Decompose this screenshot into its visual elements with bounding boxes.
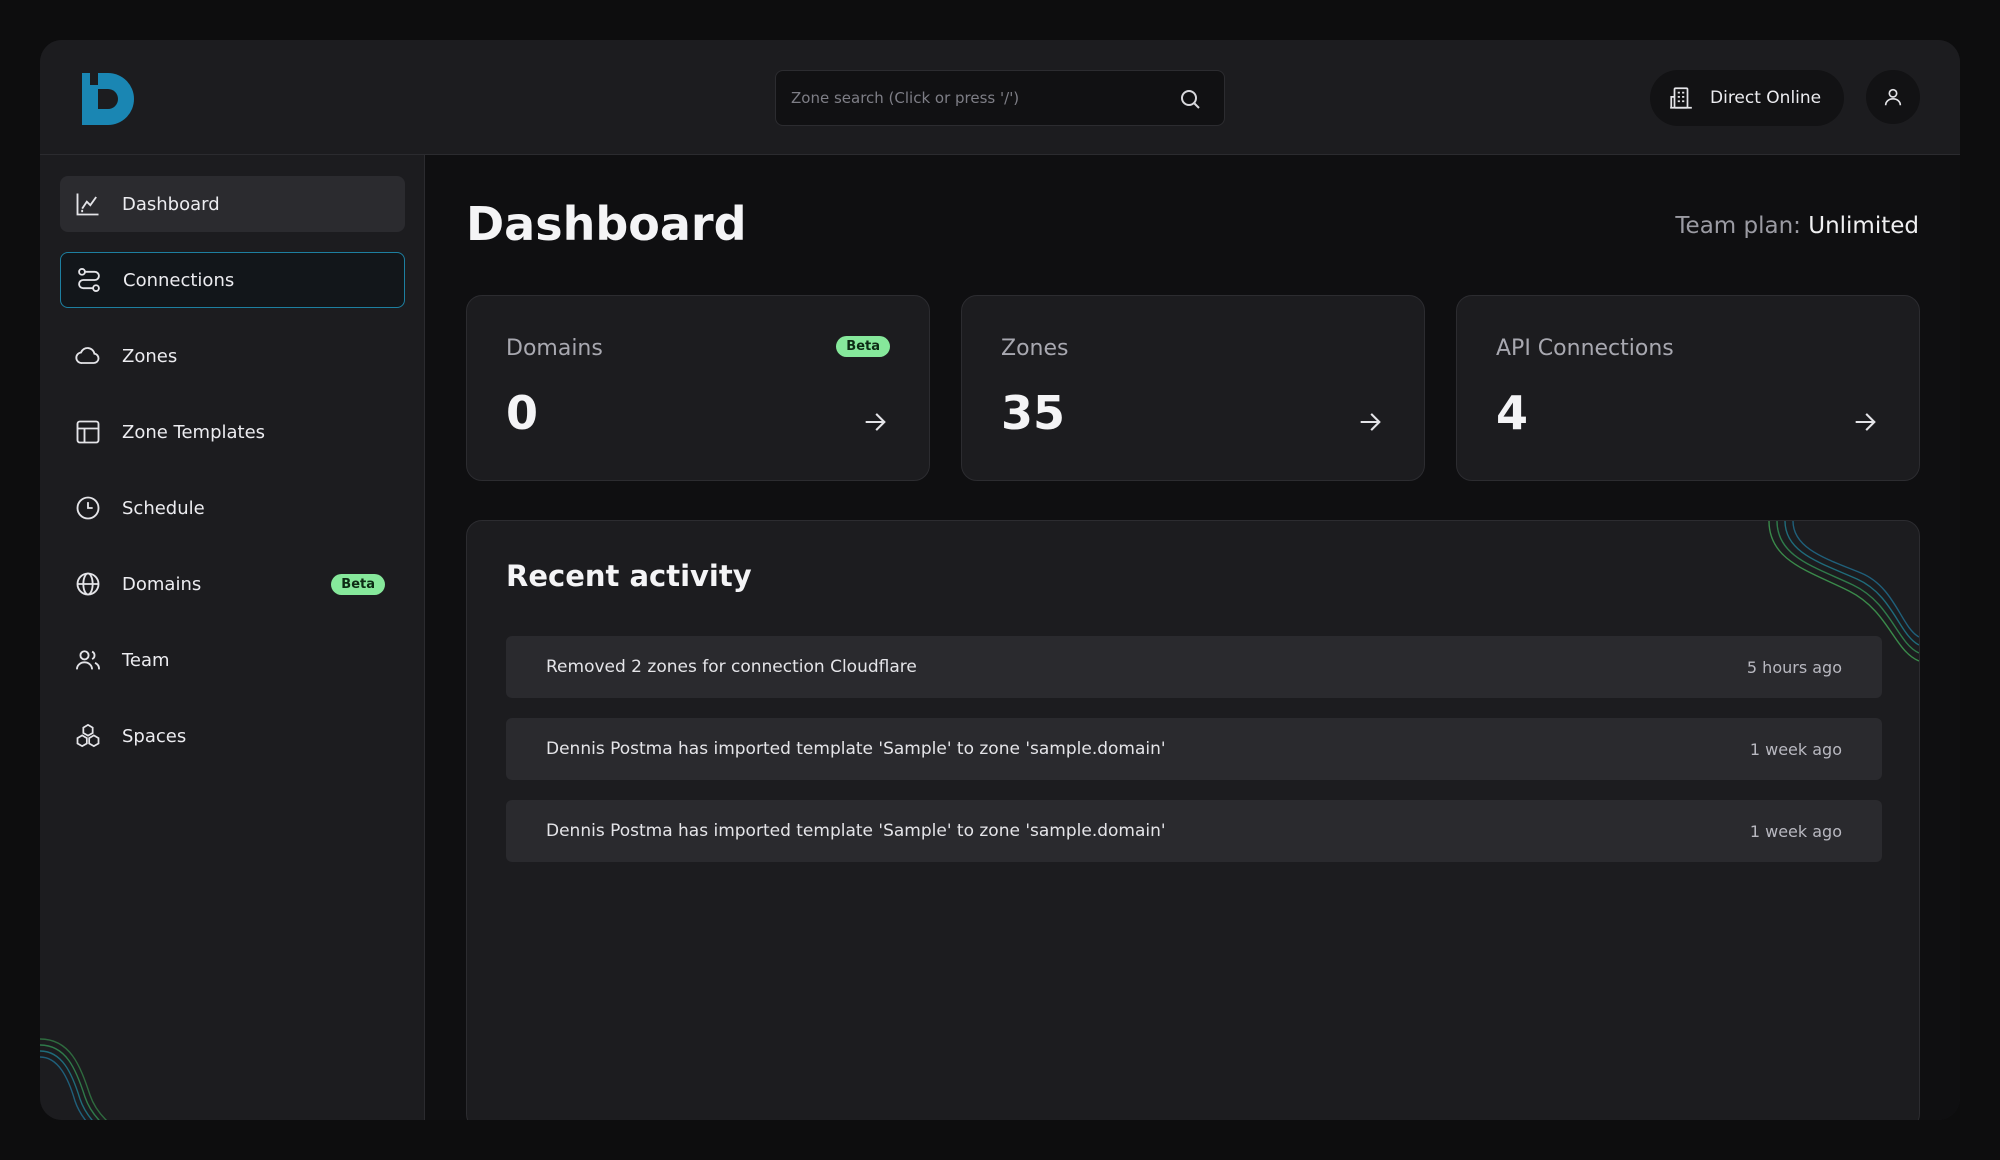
sidebar-item-label: Schedule — [122, 497, 205, 519]
sidebar-item-label: Dashboard — [122, 193, 220, 215]
activity-text: Removed 2 zones for connection Cloudflar… — [546, 657, 917, 677]
activity-time: 1 week ago — [1749, 739, 1842, 759]
user-icon — [1884, 88, 1902, 106]
clock-icon — [76, 496, 100, 520]
sidebar-item-team[interactable]: Team — [60, 632, 405, 688]
template-icon — [76, 420, 100, 444]
building-icon — [1670, 87, 1692, 109]
sidebar-item-zones[interactable]: Zones — [60, 328, 405, 384]
activity-row: Dennis Postma has imported template 'Sam… — [506, 800, 1882, 862]
users-icon — [75, 650, 101, 670]
sidebar-item-connections[interactable]: Connections — [60, 252, 405, 308]
team-plan-value: Unlimited — [1808, 213, 1919, 239]
arrow-right-icon[interactable] — [1851, 408, 1879, 436]
globe-icon — [76, 572, 100, 596]
decorative-waves — [40, 1038, 108, 1120]
zone-search[interactable] — [775, 70, 1225, 126]
team-plan: Team plan: Unlimited — [1675, 213, 1919, 239]
sidebar-item-label: Domains — [122, 573, 202, 595]
card-value: 0 — [506, 386, 539, 440]
cloud-icon — [75, 347, 100, 364]
card-label: Zones — [1001, 336, 1069, 361]
sidebar-item-label: Team — [122, 649, 170, 671]
sidebar-item-domains[interactable]: Domains Beta — [60, 556, 405, 612]
card-value: 35 — [1001, 386, 1066, 440]
recent-activity-title: Recent activity — [506, 559, 752, 593]
zone-search-input[interactable] — [776, 71, 1166, 125]
beta-badge: Beta — [836, 336, 890, 357]
top-header: Direct Online — [40, 40, 1960, 155]
recent-activity-panel: Recent activity Removed 2 zones for conn… — [466, 520, 1920, 1120]
sidebar-item-schedule[interactable]: Schedule — [60, 480, 405, 536]
arrow-right-icon[interactable] — [861, 408, 889, 436]
activity-text: Dennis Postma has imported template 'Sam… — [546, 739, 1166, 759]
activity-time: 1 week ago — [1749, 821, 1842, 841]
user-menu-button[interactable] — [1866, 70, 1920, 124]
card-label: Domains — [506, 336, 603, 361]
organization-name: Direct Online — [1710, 88, 1822, 108]
activity-row: Removed 2 zones for connection Cloudflar… — [506, 636, 1882, 698]
main-content: Dashboard Team plan: Unlimited Domains B… — [425, 155, 1960, 1120]
search-icon[interactable] — [1178, 87, 1202, 111]
domains-card[interactable]: Domains Beta 0 — [466, 295, 930, 481]
card-label: API Connections — [1496, 336, 1674, 361]
sidebar-item-label: Spaces — [122, 725, 187, 747]
team-plan-label: Team plan: — [1675, 213, 1801, 239]
organization-switcher-button[interactable]: Direct Online — [1650, 70, 1844, 126]
chart-icon — [76, 193, 99, 216]
sidebar-item-label: Connections — [123, 269, 235, 291]
app-window: Direct Online Dashboard Connections — [40, 40, 1960, 1120]
sidebar-item-spaces[interactable]: Spaces — [60, 708, 405, 764]
logo-icon[interactable] — [78, 69, 138, 129]
sidebar: Dashboard Connections Zones Zone Templat… — [40, 155, 425, 1120]
beta-badge: Beta — [331, 573, 385, 595]
sidebar-item-zone-templates[interactable]: Zone Templates — [60, 404, 405, 460]
activity-time: 5 hours ago — [1746, 657, 1842, 677]
page-title: Dashboard — [466, 197, 747, 251]
sidebar-item-label: Zones — [122, 345, 178, 367]
zones-card[interactable]: Zones 35 — [961, 295, 1425, 481]
sidebar-item-dashboard[interactable]: Dashboard — [60, 176, 405, 232]
sidebar-item-label: Zone Templates — [122, 421, 266, 443]
activity-text: Dennis Postma has imported template 'Sam… — [546, 821, 1166, 841]
api-connections-card[interactable]: API Connections 4 — [1456, 295, 1920, 481]
activity-row: Dennis Postma has imported template 'Sam… — [506, 718, 1882, 780]
arrow-right-icon[interactable] — [1356, 408, 1384, 436]
card-value: 4 — [1496, 386, 1529, 440]
cubes-icon — [76, 723, 100, 748]
connections-icon — [78, 267, 100, 293]
